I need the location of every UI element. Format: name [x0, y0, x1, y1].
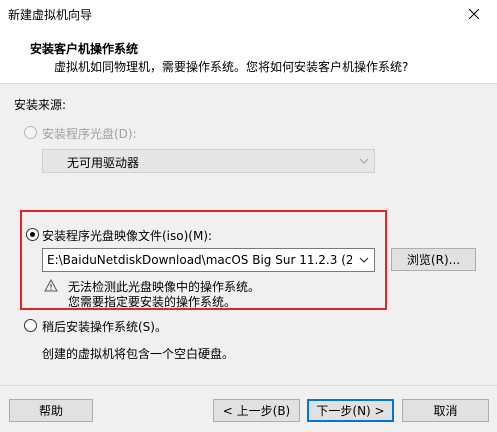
- close-icon: [469, 9, 479, 19]
- help-button[interactable]: 帮助: [9, 399, 93, 422]
- page-subtitle: 虚拟机如同物理机，需要操作系统。您将如何安装客户机操作系统?: [54, 60, 409, 74]
- footer-divider: [0, 385, 497, 386]
- browse-button[interactable]: 浏览(R)...: [391, 248, 476, 271]
- new-vm-wizard-window: 新建虚拟机向导 安装客户机操作系统 虚拟机如同物理机，需要操作系统。您将如何安装…: [0, 0, 497, 432]
- chevron-down-icon: [359, 257, 369, 263]
- next-button[interactable]: 下一步(N) >: [307, 399, 394, 422]
- page-title: 安装客户机操作系统: [30, 42, 139, 56]
- back-button[interactable]: < 上一步(B): [213, 399, 300, 422]
- iso-path-value: E:\BaiduNetdiskDownload\macOS Big Sur 11…: [47, 253, 352, 267]
- chevron-down-icon: [359, 158, 369, 164]
- radio-install-disc-label: 安装程序光盘(D):: [42, 127, 137, 141]
- radio-install-later-label: 稍后安装操作系统(S)。: [42, 320, 167, 334]
- title-bar: 新建虚拟机向导: [0, 0, 497, 28]
- install-later-description: 创建的虚拟机将包含一个空白硬盘。: [42, 347, 235, 361]
- window-title: 新建虚拟机向导: [8, 8, 93, 22]
- radio-install-iso[interactable]: [26, 228, 39, 241]
- warning-icon: [44, 279, 58, 292]
- drive-select[interactable]: 无可用驱动器: [42, 149, 375, 173]
- close-button[interactable]: [451, 0, 497, 28]
- radio-install-iso-label: 安装程序光盘映像文件(iso)(M):: [42, 229, 213, 243]
- drive-select-value: 无可用驱动器: [67, 156, 140, 170]
- cancel-button[interactable]: 取消: [402, 399, 489, 422]
- radio-selected-dot: [30, 232, 35, 237]
- iso-path-combobox[interactable]: E:\BaiduNetdiskDownload\macOS Big Sur 11…: [42, 248, 375, 272]
- warning-text-line2: 您需要指定要安装的操作系统。: [68, 295, 237, 309]
- install-source-label: 安装来源:: [14, 98, 67, 112]
- wizard-header: 安装客户机操作系统 虚拟机如同物理机，需要操作系统。您将如何安装客户机操作系统?: [0, 28, 497, 84]
- radio-install-disc[interactable]: [24, 126, 37, 139]
- radio-install-later[interactable]: [24, 319, 37, 332]
